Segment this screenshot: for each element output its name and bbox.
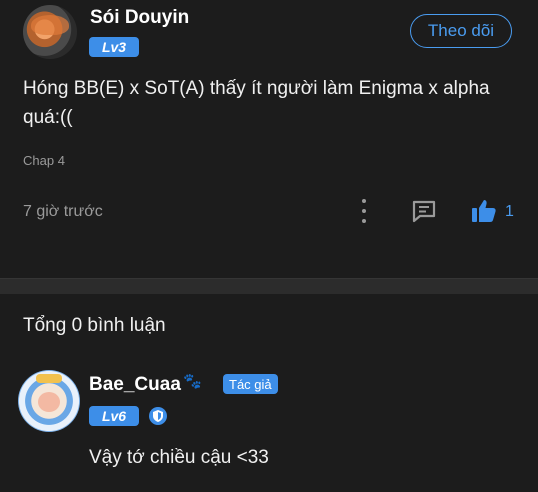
timestamp: 7 giờ trước: [23, 203, 103, 220]
reply-text: Vậy tớ chiều cậu <33: [89, 447, 269, 468]
thumbs-up-icon[interactable]: [470, 197, 498, 225]
reply-level-badge: Lv6: [89, 406, 139, 426]
paw-icon: 🐾: [183, 373, 202, 390]
comment-text: Hóng BB(E) x SoT(A) thấy ít người làm En…: [23, 78, 490, 128]
comment-icon[interactable]: [411, 199, 437, 223]
like-count: 1: [505, 203, 514, 220]
reply-username[interactable]: Bae_Cuaa: [89, 374, 181, 396]
comment-total: Tổng 0 bình luận: [23, 315, 166, 336]
follow-button[interactable]: Theo dõi: [410, 14, 512, 48]
reply-avatar[interactable]: [18, 370, 80, 432]
username[interactable]: Sói Douyin: [90, 7, 189, 29]
comment-card: Sói Douyin Lv3 Theo dõi Hóng BB(E) x SoT…: [0, 0, 538, 278]
chapter-label[interactable]: Chap 4: [23, 153, 65, 168]
level-badge: Lv3: [89, 37, 139, 57]
shield-icon: [149, 407, 167, 425]
section-divider: [0, 278, 538, 294]
avatar[interactable]: [23, 5, 77, 59]
author-badge: Tác giả: [223, 374, 278, 394]
more-vertical-icon[interactable]: [358, 199, 370, 223]
